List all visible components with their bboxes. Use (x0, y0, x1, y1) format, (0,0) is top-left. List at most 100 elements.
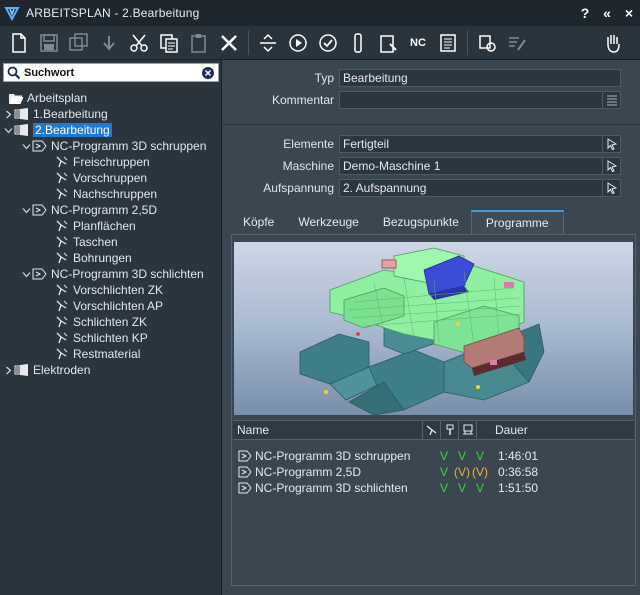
column-duration[interactable]: Dauer (477, 423, 528, 437)
robot-button[interactable] (472, 28, 502, 58)
tree-item[interactable]: NC-Programm 3D schlichten (0, 266, 222, 282)
toolpath-status: V (439, 465, 448, 479)
column-machine[interactable] (459, 421, 477, 439)
aufspannung-field[interactable]: 2. Aufspannung (339, 179, 603, 197)
toolpath-icon (54, 331, 70, 345)
tree-item[interactable]: NC-Programm 3D schruppen (0, 138, 222, 154)
clear-search-icon[interactable] (201, 66, 215, 80)
tree-item[interactable]: 1.Bearbeitung (0, 106, 222, 122)
text-lines-icon (606, 95, 617, 106)
save-button[interactable] (34, 28, 64, 58)
tree-label: Taschen (73, 235, 118, 249)
toolbar-separator (248, 30, 249, 55)
tree-label: 1.Bearbeitung (33, 107, 108, 121)
typ-label: Typ (314, 71, 334, 85)
paste-button[interactable] (184, 28, 214, 58)
robot-icon (479, 34, 496, 52)
chevron-down-icon[interactable] (20, 268, 32, 280)
tree-item[interactable]: Schlichten KP (0, 330, 222, 346)
column-toolpath[interactable] (423, 421, 441, 439)
cut-button[interactable] (124, 28, 154, 58)
aufspannung-label: Aufspannung (263, 181, 334, 195)
delete-button[interactable] (214, 28, 244, 58)
tool-button[interactable] (343, 28, 373, 58)
tree-item[interactable]: Vorschlichten AP (0, 298, 222, 314)
program-row[interactable]: NC-Programm 3D schruppen V V V 1:46:01 (238, 448, 633, 464)
3d-viewport[interactable] (234, 242, 633, 415)
toolpath-icon (54, 283, 70, 297)
chevron-right-icon[interactable] (2, 364, 14, 376)
programme-panel: Name Dauer NC-Programm 3D schruppen V V … (231, 234, 636, 586)
plan-tree: Arbeitsplan 1.Bearbeitung 2.Bearbeitung NC… (0, 90, 222, 378)
nc-program-icon (238, 466, 252, 478)
elemente-pick-button[interactable] (603, 135, 621, 153)
tree-item[interactable]: Vorschlichten ZK (0, 282, 222, 298)
nc-program-icon (32, 267, 48, 281)
paste-icon (191, 33, 206, 53)
undo-icon (103, 35, 115, 51)
column-name[interactable]: Name (233, 421, 423, 439)
tab-bezugspunkte[interactable]: Bezugspunkte (371, 210, 471, 234)
tree-item[interactable]: 2.Bearbeitung (0, 122, 222, 138)
toolpath-icon (54, 187, 70, 201)
kommentar-field[interactable] (339, 91, 603, 109)
kommentar-label: Kommentar (271, 93, 334, 107)
hand-button[interactable] (598, 28, 628, 58)
properties-panel: Typ Bearbeitung Kommentar Elemente Ferti… (223, 60, 640, 595)
nc-program-icon (32, 203, 48, 217)
tree-item[interactable]: Vorschruppen (0, 170, 222, 186)
tab-werkzeuge[interactable]: Werkzeuge (286, 210, 370, 234)
tree-label: Schlichten ZK (73, 315, 148, 329)
tree-item[interactable]: Freischruppen (0, 154, 222, 170)
maschine-pick-button[interactable] (603, 157, 621, 175)
tree-root[interactable]: Arbeitsplan (0, 90, 222, 106)
tab-programme[interactable]: Programme (470, 210, 564, 234)
program-row[interactable]: NC-Programm 2,5D V (V) (V) 0:36:58 (238, 464, 633, 480)
tree-label: Schlichten KP (73, 331, 148, 345)
chevron-down-icon[interactable] (2, 124, 14, 136)
new-document-button[interactable] (4, 28, 34, 58)
aufspannung-pick-button[interactable] (603, 179, 621, 197)
copy-icon (160, 33, 178, 53)
elemente-field[interactable]: Fertigteil (339, 135, 603, 153)
tree-item[interactable]: Bohrungen (0, 250, 222, 266)
close-button[interactable]: × (618, 2, 640, 24)
tree-item[interactable]: Schlichten ZK (0, 314, 222, 330)
toolpath-icon (54, 315, 70, 329)
clipboard-button[interactable] (373, 28, 403, 58)
programs-list: NC-Programm 3D schruppen V V V 1:46:01 N… (238, 448, 633, 496)
column-tool[interactable] (441, 421, 459, 439)
tree-item[interactable]: NC-Programm 2,5D (0, 202, 222, 218)
maschine-field[interactable]: Demo-Maschine 1 (339, 157, 603, 175)
search-box (3, 63, 219, 82)
play-button[interactable] (283, 28, 313, 58)
tab-koepfe[interactable]: Köpfe (231, 210, 286, 234)
tree-item[interactable]: Taschen (0, 234, 222, 250)
chevron-down-icon[interactable] (20, 140, 32, 152)
nc-program-icon (32, 139, 48, 153)
machine-icon (462, 424, 473, 435)
collapse-button[interactable]: « (596, 2, 618, 24)
copy-button[interactable] (154, 28, 184, 58)
tree-item[interactable]: Elektroden (0, 362, 222, 378)
undo-button[interactable] (94, 28, 124, 58)
program-row[interactable]: NC-Programm 3D schlichten V V V 1:51:50 (238, 480, 633, 496)
tree-item[interactable]: Nachschruppen (0, 186, 222, 202)
machine-status: (V) (472, 465, 488, 479)
tree-item[interactable]: Restmaterial (0, 346, 222, 362)
split-button[interactable] (253, 28, 283, 58)
edit-button[interactable] (502, 28, 532, 58)
tree-item[interactable]: Planflächen (0, 218, 222, 234)
typ-field: Bearbeitung (339, 69, 621, 87)
chevron-right-icon[interactable] (2, 108, 14, 120)
toolbar: NC (0, 26, 640, 60)
save-all-button[interactable] (64, 28, 94, 58)
chevron-down-icon[interactable] (20, 204, 32, 216)
tab-bar: Köpfe Werkzeuge Bezugspunkte Programme (231, 210, 564, 234)
help-button[interactable]: ? (574, 2, 596, 24)
list-button[interactable] (433, 28, 463, 58)
check-button[interactable] (313, 28, 343, 58)
search-input[interactable] (24, 66, 201, 79)
kommentar-edit-button[interactable] (603, 91, 621, 109)
nc-button[interactable]: NC (403, 28, 433, 58)
